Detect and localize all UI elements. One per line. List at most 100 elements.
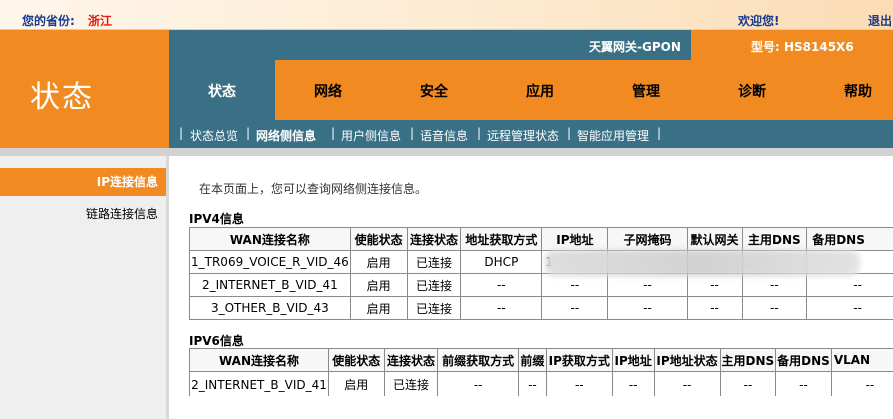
table-cell: 已连接	[406, 296, 462, 320]
column-header: 前缀获取方式	[437, 348, 519, 372]
subnav-separator: |	[410, 126, 415, 140]
column-header: IP地址状态	[653, 348, 721, 372]
table-cell: --	[719, 371, 777, 396]
subnav-item-remote-management[interactable]: 远程管理状态	[487, 127, 559, 144]
table-row: 3_OTHER_B_VID_43 启用 已连接 -- -- -- -- -- -…	[189, 296, 893, 320]
column-header: 使能状态	[327, 348, 385, 372]
table-cell: --	[653, 371, 721, 396]
ipv6-table: WAN连接名称 使能状态 连接状态 前缀获取方式 前缀 IP获取方式 IP地址 …	[189, 348, 893, 396]
table-cell: --	[741, 273, 808, 297]
tab-diagnostics[interactable]: 诊断	[699, 60, 805, 120]
main-nav: 状态 网络 安全 应用 管理 诊断 帮助	[169, 60, 893, 120]
table-cell: 2_INTERNET_B_VID_41	[189, 273, 351, 297]
column-header: 备用DNS	[806, 227, 893, 251]
subnav-separator: |	[567, 126, 572, 140]
tab-help[interactable]: 帮助	[805, 60, 893, 120]
province-value: 浙江	[88, 14, 113, 28]
table-cell: --	[460, 273, 543, 297]
subnav-separator: |	[477, 126, 482, 140]
table-cell: 1_TR069_VOICE_R_VID_46	[189, 250, 351, 274]
column-header: 地址获取方式	[460, 227, 543, 251]
subnav-separator: |	[657, 126, 662, 140]
column-header: IP获取方式	[545, 348, 613, 372]
tab-application[interactable]: 应用	[487, 60, 593, 120]
table-cell: --	[437, 371, 519, 396]
table-cell: 启用	[349, 296, 408, 320]
page: 您的省份: 浙江 欢迎您! 退出 状态 天翼网关-GPON 型号: HS8145…	[0, 0, 893, 419]
welcome-text: 欢迎您!	[738, 14, 780, 28]
tab-security[interactable]: 安全	[381, 60, 487, 120]
table-cell: DHCP	[460, 250, 543, 274]
intro-text: 在本页面上，您可以查询网络侧连接信息。	[199, 182, 428, 196]
table-cell: 启用	[349, 273, 408, 297]
tab-management[interactable]: 管理	[593, 60, 699, 120]
column-header: VLAN	[830, 348, 893, 372]
subnav-separator: |	[331, 126, 336, 140]
subnav-item-smart-app[interactable]: 智能应用管理	[577, 127, 649, 144]
subnav-separator: |	[246, 126, 251, 140]
column-header: 主用DNS	[741, 227, 808, 251]
table-cell: --	[607, 296, 688, 320]
table-header-row: WAN连接名称 使能状态 连接状态 地址获取方式 IP地址 子网掩码 默认网关 …	[189, 227, 893, 251]
column-header: IP地址	[611, 348, 655, 372]
table-cell: --	[545, 371, 613, 396]
column-header: 使能状态	[349, 227, 408, 251]
table-cell: --	[541, 273, 609, 297]
section-title: 状态	[30, 80, 94, 115]
sidebar: IP连接信息 链路连接信息	[0, 156, 169, 419]
table-cell: 启用	[349, 250, 408, 274]
table-cell: 启用	[327, 371, 385, 396]
main-content: 在本页面上，您可以查询网络侧连接信息。 IPV4信息 WAN连接名称 使能状态 …	[169, 156, 893, 419]
subnav-item-network-side[interactable]: 网络侧信息	[256, 127, 316, 144]
sidebar-item-ip-connection[interactable]: IP连接信息	[0, 168, 166, 196]
table-cell: --	[830, 371, 893, 396]
tab-network[interactable]: 网络	[275, 60, 381, 120]
model-box: 型号: HS8145X6	[691, 30, 893, 60]
table-row: 2_INTERNET_B_VID_41 启用 已连接 -- -- -- -- -…	[189, 273, 893, 297]
column-header: WAN连接名称	[189, 227, 351, 251]
gateway-name: 天翼网关-GPON	[589, 40, 681, 54]
table-row: 2_INTERNET_B_VID_41 启用 已连接 -- -- -- -- -…	[189, 371, 893, 396]
column-header: 前缀	[517, 348, 547, 372]
column-header: IP地址	[541, 227, 609, 251]
section-banner: 状态	[0, 30, 169, 148]
column-header: 连接状态	[406, 227, 462, 251]
redacted-ip-mask	[545, 250, 860, 276]
header-band: 天翼网关-GPON 型号: HS8145X6	[169, 30, 893, 60]
tab-status[interactable]: 状态	[169, 60, 275, 120]
table-cell: --	[686, 296, 743, 320]
table-cell: --	[607, 273, 688, 297]
table-cell: --	[741, 296, 808, 320]
column-header: 子网掩码	[607, 227, 688, 251]
table-cell: --	[806, 273, 893, 297]
sidebar-item-link-connection[interactable]: 链路连接信息	[0, 200, 166, 228]
table-cell: 3_OTHER_B_VID_43	[189, 296, 351, 320]
province-label: 您的省份:	[22, 14, 75, 28]
subnav-separator: |	[179, 126, 184, 140]
logout-link[interactable]: 退出	[868, 12, 892, 29]
ipv6-title: IPV6信息	[189, 334, 244, 348]
subnav-item-voice[interactable]: 语音信息	[420, 127, 468, 144]
column-header: 主用DNS	[719, 348, 777, 372]
table-cell: --	[611, 371, 655, 396]
table-cell: --	[806, 296, 893, 320]
table-cell: 已连接	[406, 250, 462, 274]
table-cell: 2_INTERNET_B_VID_41	[189, 371, 329, 396]
nav-divider	[0, 148, 893, 156]
top-bar: 您的省份: 浙江 欢迎您! 退出	[0, 0, 893, 30]
table-cell: 已连接	[406, 273, 462, 297]
model-label: 型号: HS8145X6	[751, 40, 854, 54]
column-header: 默认网关	[686, 227, 743, 251]
column-header: 连接状态	[383, 348, 439, 372]
ipv4-title: IPV4信息	[189, 212, 244, 226]
table-cell: 已连接	[383, 371, 439, 396]
column-header: WAN连接名称	[189, 348, 329, 372]
table-cell: --	[686, 273, 743, 297]
subnav-item-overview[interactable]: 状态总览	[190, 127, 238, 144]
ipv6-table-viewport: WAN连接名称 使能状态 连接状态 前缀获取方式 前缀 IP获取方式 IP地址 …	[189, 348, 893, 396]
subnav-item-user-side[interactable]: 用户侧信息	[341, 127, 401, 144]
table-cell: --	[541, 296, 609, 320]
table-header-row: WAN连接名称 使能状态 连接状态 前缀获取方式 前缀 IP获取方式 IP地址 …	[189, 348, 893, 372]
sub-nav: | 状态总览 | 网络侧信息 | 用户侧信息 | 语音信息 | 远程管理状态 |…	[169, 120, 893, 148]
table-cell: --	[775, 371, 832, 396]
